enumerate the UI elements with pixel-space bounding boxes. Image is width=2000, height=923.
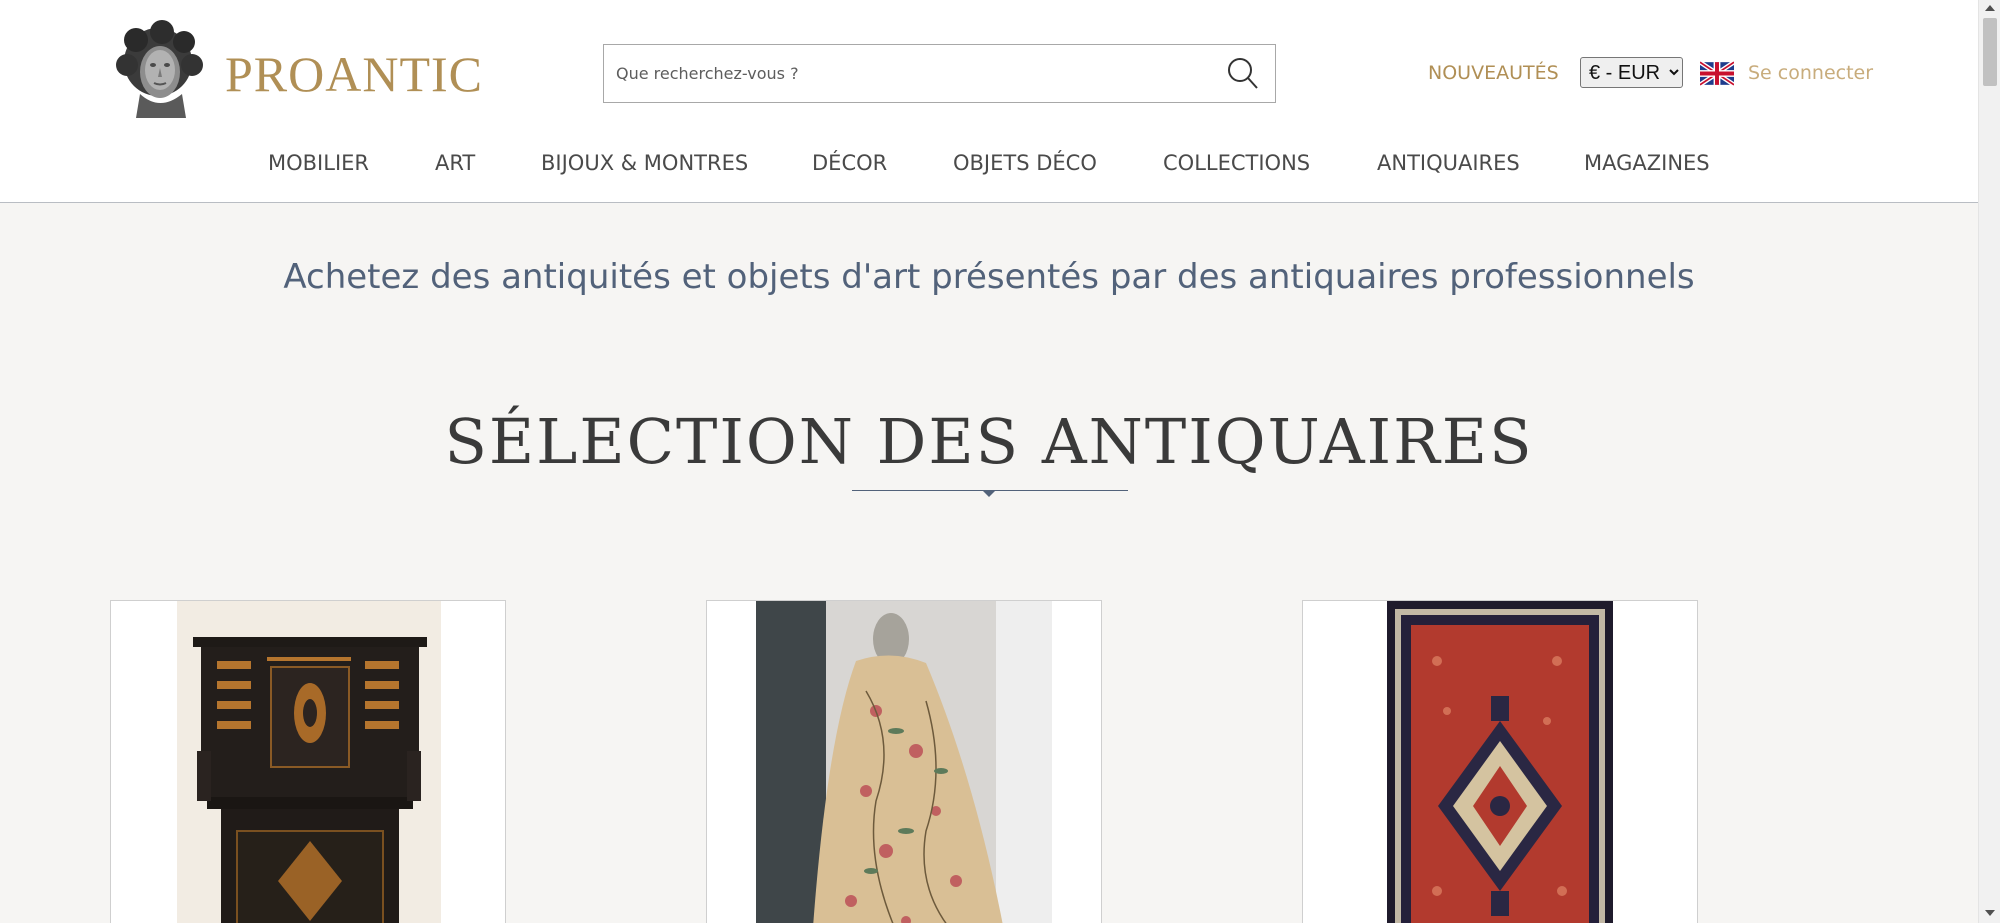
nav-item-decor[interactable]: DÉCOR (812, 146, 887, 180)
search-input[interactable] (604, 45, 1204, 102)
brand-wordmark[interactable]: PROANTIC (225, 44, 483, 104)
search-bar (603, 44, 1276, 103)
section-title: SÉLECTION DES ANTIQUAIRES (444, 405, 1534, 478)
product-card[interactable] (706, 600, 1102, 923)
site-header: PROANTIC NOUVEAUTÉS € - EUR Se connecter… (0, 0, 1978, 203)
divider-caret-icon (982, 490, 996, 497)
main-nav: MOBILIER ART BIJOUX & MONTRES DÉCOR OBJE… (0, 146, 1978, 182)
product-card[interactable] (1302, 600, 1698, 923)
login-link[interactable]: Se connecter (1748, 59, 1873, 87)
scroll-thumb[interactable] (1983, 18, 1997, 86)
product-card[interactable] (110, 600, 506, 923)
scroll-down-icon[interactable] (1985, 910, 1995, 916)
nav-item-antiquaires[interactable]: ANTIQUAIRES (1377, 146, 1520, 180)
nav-item-collections[interactable]: COLLECTIONS (1163, 146, 1310, 180)
currency-select[interactable]: € - EUR (1580, 57, 1683, 88)
hero-tagline: Achetez des antiquités et objets d'art p… (283, 257, 1695, 297)
nav-item-magazines[interactable]: MAGAZINES (1584, 146, 1710, 180)
page-scrollbar[interactable] (1978, 0, 2000, 923)
nav-item-art[interactable]: ART (435, 146, 475, 180)
nav-item-objets-deco[interactable]: OBJETS DÉCO (953, 146, 1097, 180)
logo-bust-icon[interactable] (112, 20, 210, 120)
search-icon[interactable] (1224, 55, 1262, 93)
new-arrivals-link[interactable]: NOUVEAUTÉS (1428, 59, 1559, 87)
uk-flag-icon[interactable] (1700, 61, 1734, 86)
scroll-up-icon[interactable] (1985, 5, 1995, 11)
rug-image (1387, 601, 1613, 923)
nav-item-mobilier[interactable]: MOBILIER (268, 146, 369, 180)
textile-image (756, 601, 1052, 923)
cabinet-image (177, 601, 441, 923)
nav-item-bijoux-montres[interactable]: BIJOUX & MONTRES (541, 146, 748, 180)
